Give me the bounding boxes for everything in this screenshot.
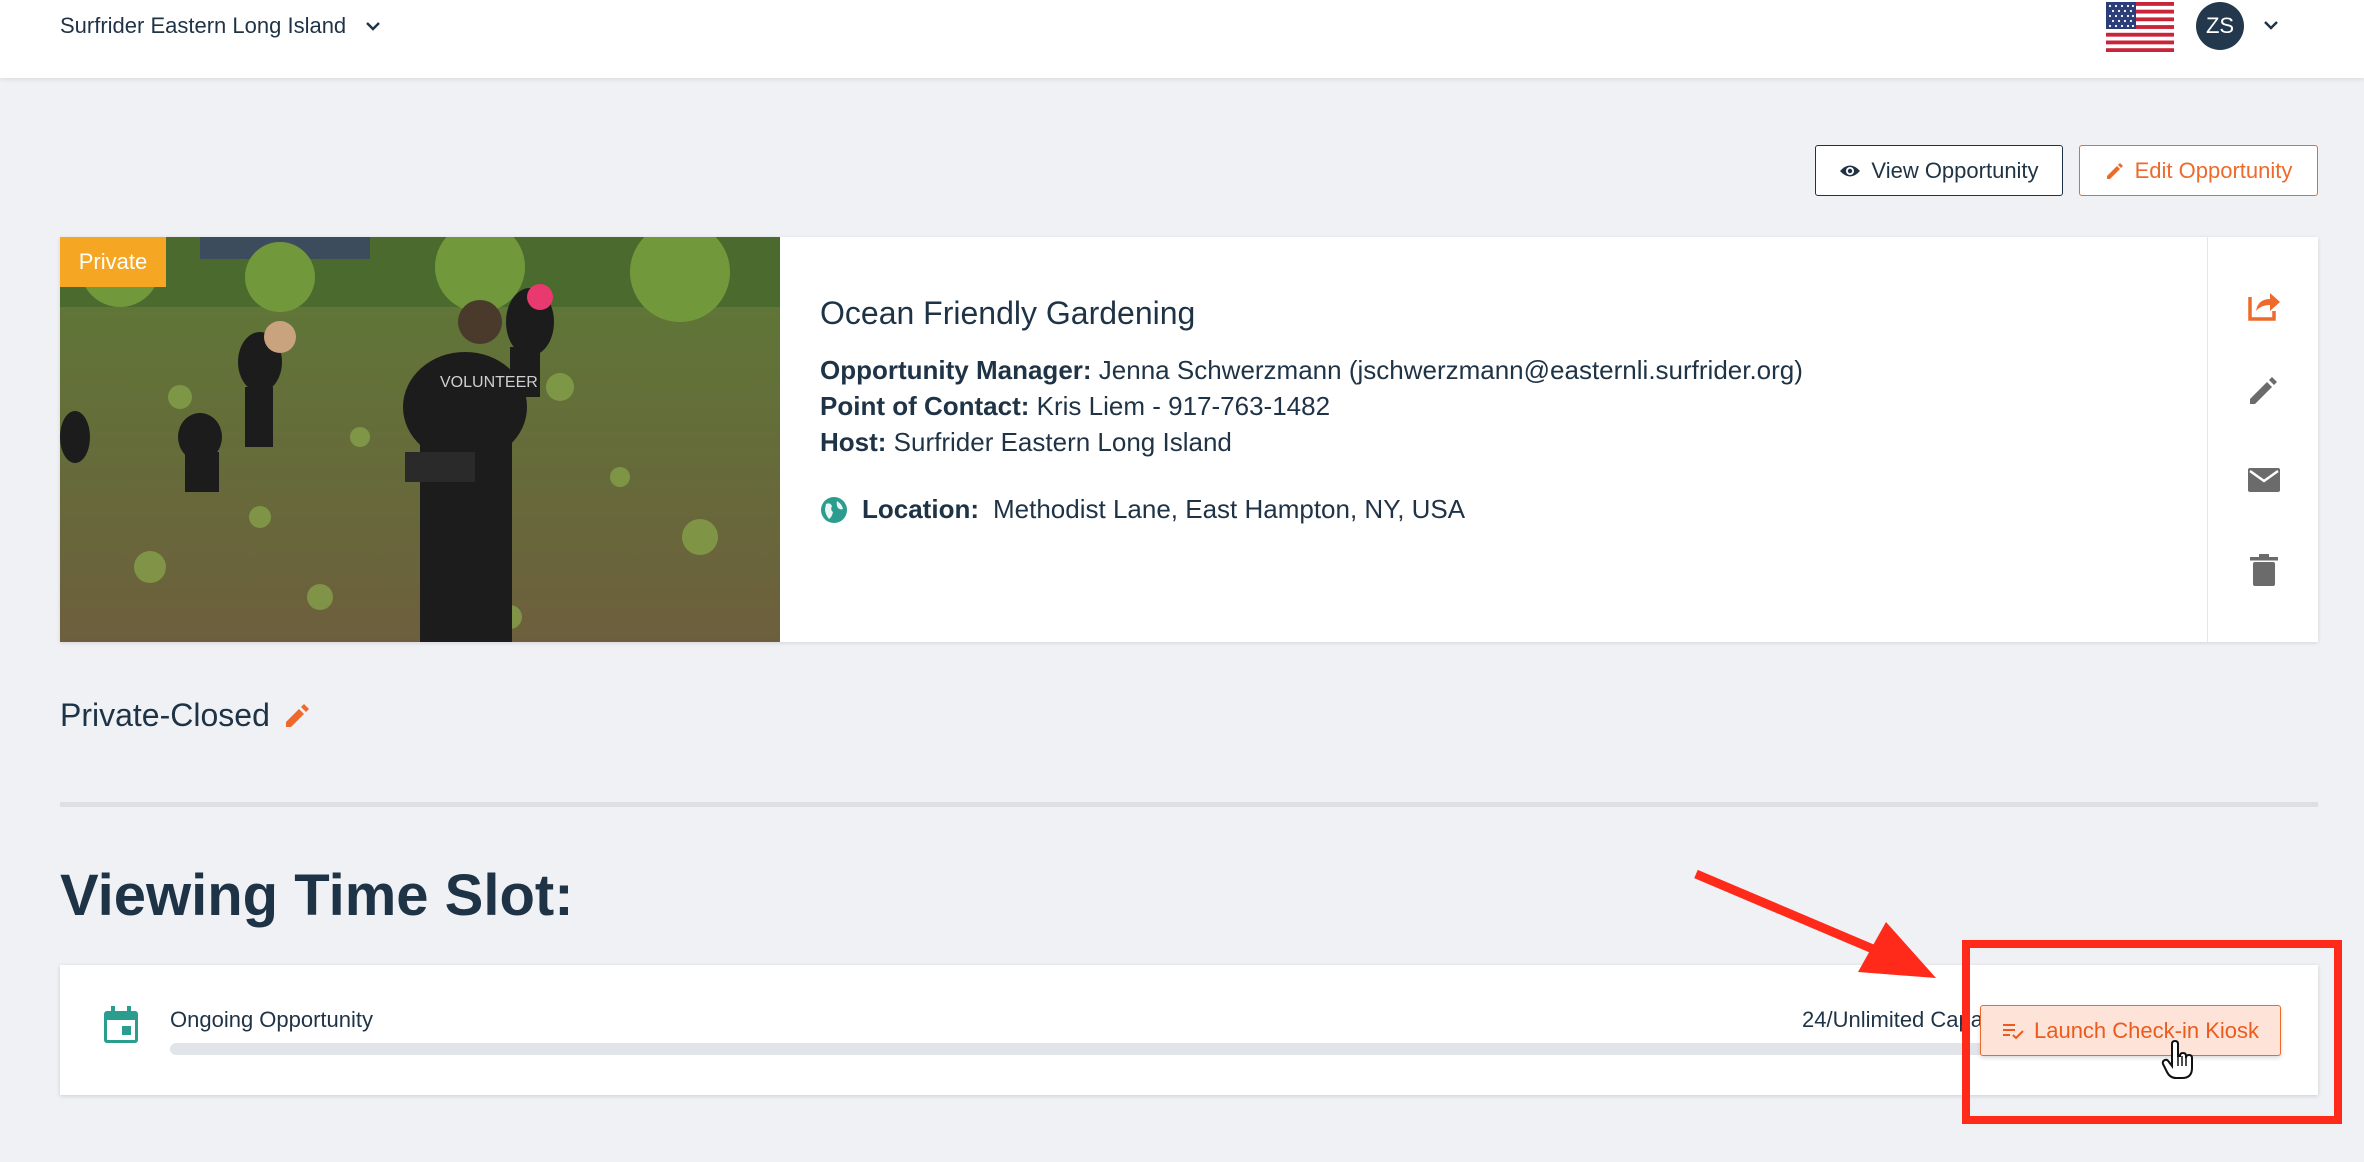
host-value: Surfrider Eastern Long Island xyxy=(893,427,1232,457)
annotation-highlight-box xyxy=(1962,940,2342,1124)
location-row: Location: Methodist Lane, East Hampton, … xyxy=(820,494,2120,525)
manager-label: Opportunity Manager: xyxy=(820,355,1092,385)
time-slot-heading: Viewing Time Slot: xyxy=(60,863,574,928)
user-avatar[interactable]: ZS xyxy=(2196,2,2244,50)
volunteers-gardening-image: VOLUNTEER xyxy=(60,237,780,642)
trash-icon[interactable] xyxy=(2246,552,2282,588)
host-row: Host: Surfrider Eastern Long Island xyxy=(820,424,2120,460)
mail-icon[interactable] xyxy=(2246,462,2282,498)
location-label: Location: xyxy=(862,494,979,524)
capacity-progress-bar xyxy=(170,1043,2016,1055)
view-opportunity-button[interactable]: View Opportunity xyxy=(1815,145,2063,196)
manager-row: Opportunity Manager: Jenna Schwerzmann (… xyxy=(820,352,2120,388)
top-navigation-bar: Surfrider Eastern Long Island ZS xyxy=(0,0,2364,78)
contact-value: Kris Liem - 917-763-1482 xyxy=(1036,391,1331,421)
edit-status-pencil-icon[interactable] xyxy=(284,703,310,729)
calendar-icon xyxy=(104,1006,138,1043)
opportunity-card: VOLUNTEER Private Ocean Friendly Gardeni… xyxy=(60,237,2318,642)
chevron-down-icon xyxy=(366,22,381,31)
private-tag: Private xyxy=(60,237,166,287)
svg-text:VOLUNTEER: VOLUNTEER xyxy=(440,374,538,391)
organization-name: Surfrider Eastern Long Island xyxy=(60,13,347,38)
host-label: Host: xyxy=(820,427,887,457)
opportunity-title: Ocean Friendly Gardening xyxy=(820,295,1196,331)
pencil-icon xyxy=(2106,162,2123,179)
edit-pencil-icon[interactable] xyxy=(2246,372,2282,408)
card-side-actions xyxy=(2207,237,2318,642)
opportunity-photo: VOLUNTEER Private xyxy=(60,237,780,642)
view-opportunity-label: View Opportunity xyxy=(1871,157,2039,183)
edit-opportunity-label: Edit Opportunity xyxy=(2134,157,2293,183)
globe-icon xyxy=(821,496,847,523)
eye-icon xyxy=(1840,165,1861,176)
organization-switcher[interactable]: Surfrider Eastern Long Island xyxy=(60,10,382,42)
user-menu-chevron-icon[interactable] xyxy=(2262,16,2280,34)
edit-opportunity-button[interactable]: Edit Opportunity xyxy=(2079,145,2318,196)
location-value: Methodist Lane, East Hampton, NY, USA xyxy=(993,494,1466,524)
annotation-arrow xyxy=(1694,869,1936,978)
contact-row: Point of Contact: Kris Liem - 917-763-14… xyxy=(820,388,2120,424)
share-icon[interactable] xyxy=(2246,287,2282,323)
section-divider xyxy=(60,802,2318,807)
contact-label: Point of Contact: xyxy=(820,391,1030,421)
capacity-text: 24/Unlimited Capacity xyxy=(1802,1007,2016,1032)
time-slot-name: Ongoing Opportunity xyxy=(170,1007,374,1032)
manager-value: Jenna Schwerzmann (jschwerzmann@easternl… xyxy=(1098,355,1803,385)
status-label: Private-Closed xyxy=(60,697,270,733)
visibility-status: Private-Closed xyxy=(60,697,310,734)
opportunity-details: Ocean Friendly Gardening Opportunity Man… xyxy=(820,295,2120,525)
us-flag-icon[interactable] xyxy=(2106,2,2174,52)
